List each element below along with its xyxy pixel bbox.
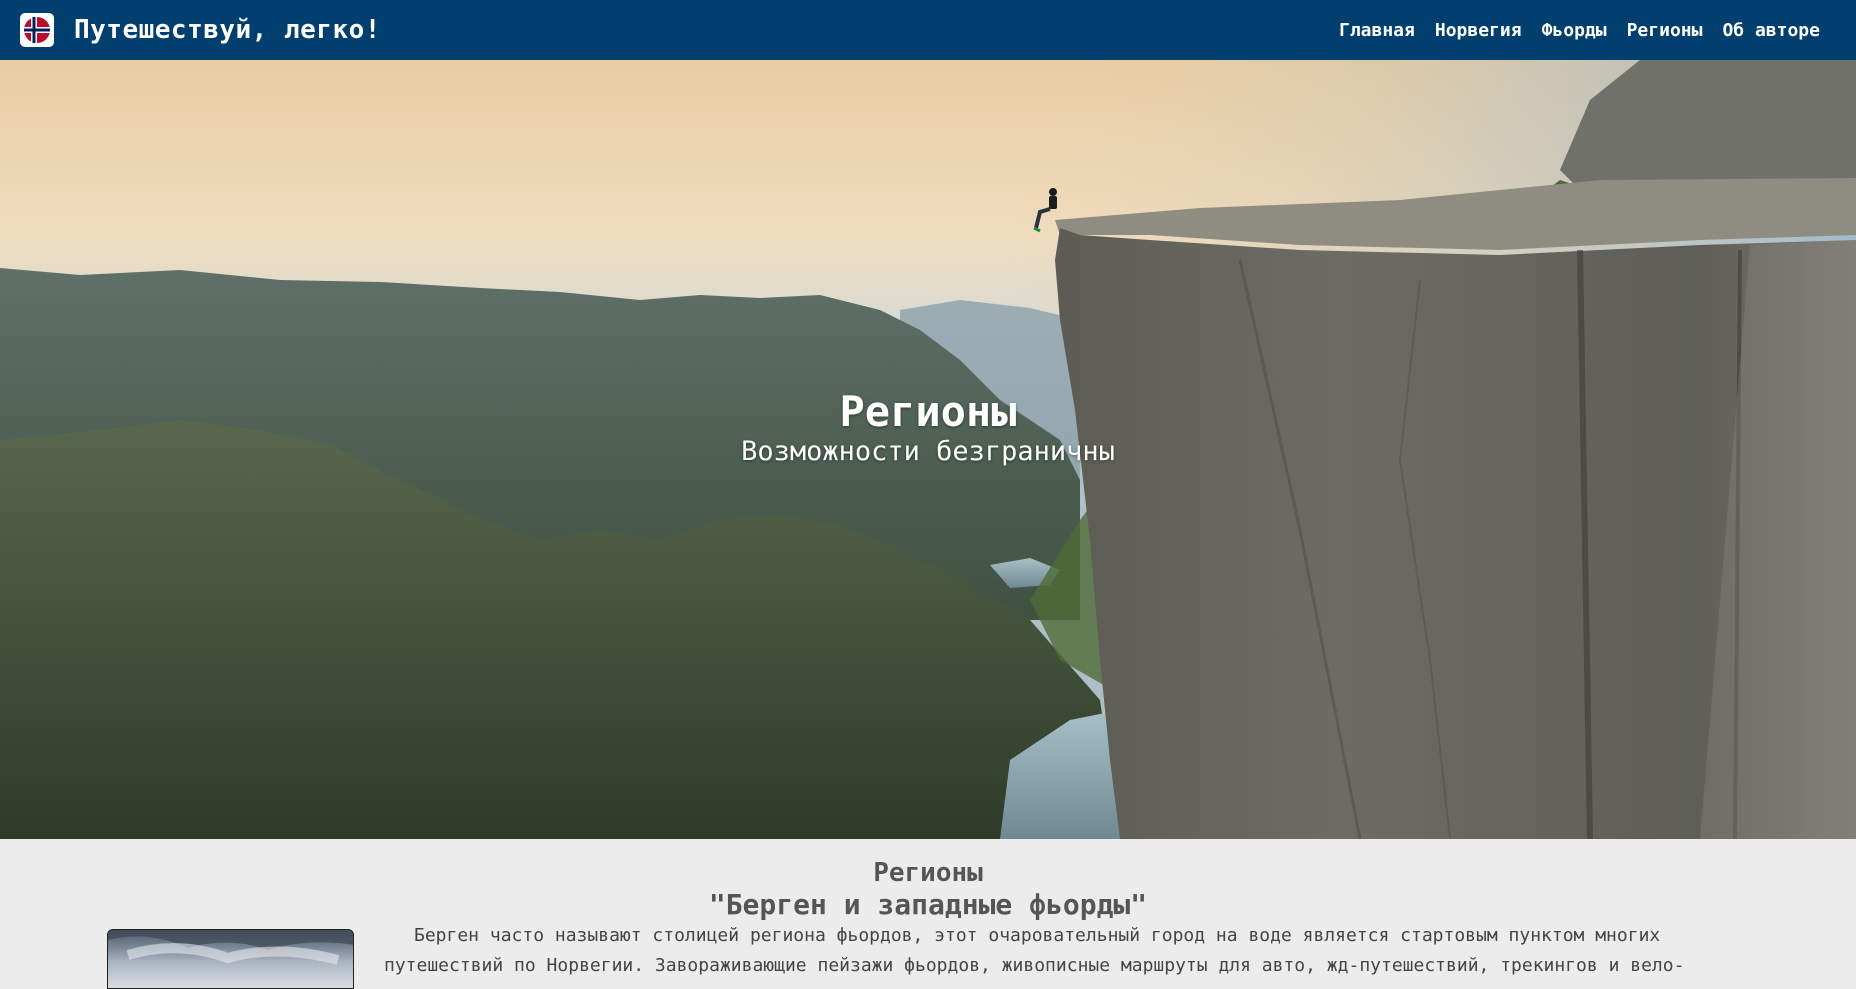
brand-title: Путешествуй, легко! (74, 15, 381, 45)
nav-link-regions[interactable]: Регионы (1627, 20, 1703, 41)
hero-title: Регионы (839, 387, 1017, 436)
hero-subtitle: Возможности безграничны (741, 436, 1115, 468)
hero-text: Регионы Возможности безграничны (0, 387, 1856, 468)
nav-link-norway[interactable]: Норвегия (1435, 20, 1522, 41)
nav-link-home[interactable]: Главная (1339, 20, 1415, 41)
section-paragraph: Берген часто называют столицей региона ф… (384, 925, 1685, 976)
section-subtitle: "Берген и западные фьорды" (708, 887, 1148, 921)
top-navbar: Путешествуй, легко! Главная Норвегия Фьо… (0, 0, 1856, 60)
main-content: Регионы "Берген и западные фьорды" Берге… (0, 839, 1856, 989)
nav-link-about[interactable]: Об авторе (1722, 20, 1820, 41)
section-title: Регионы (873, 858, 983, 888)
norway-flag-icon (20, 13, 54, 47)
region-thumbnail-image (107, 929, 354, 989)
main-nav: Главная Норвегия Фьорды Регионы Об автор… (1339, 20, 1820, 41)
hero-banner: Регионы Возможности безграничны (0, 60, 1856, 839)
brand-link[interactable]: Путешествуй, легко! (20, 13, 381, 47)
nav-link-fjords[interactable]: Фьорды (1542, 20, 1607, 41)
